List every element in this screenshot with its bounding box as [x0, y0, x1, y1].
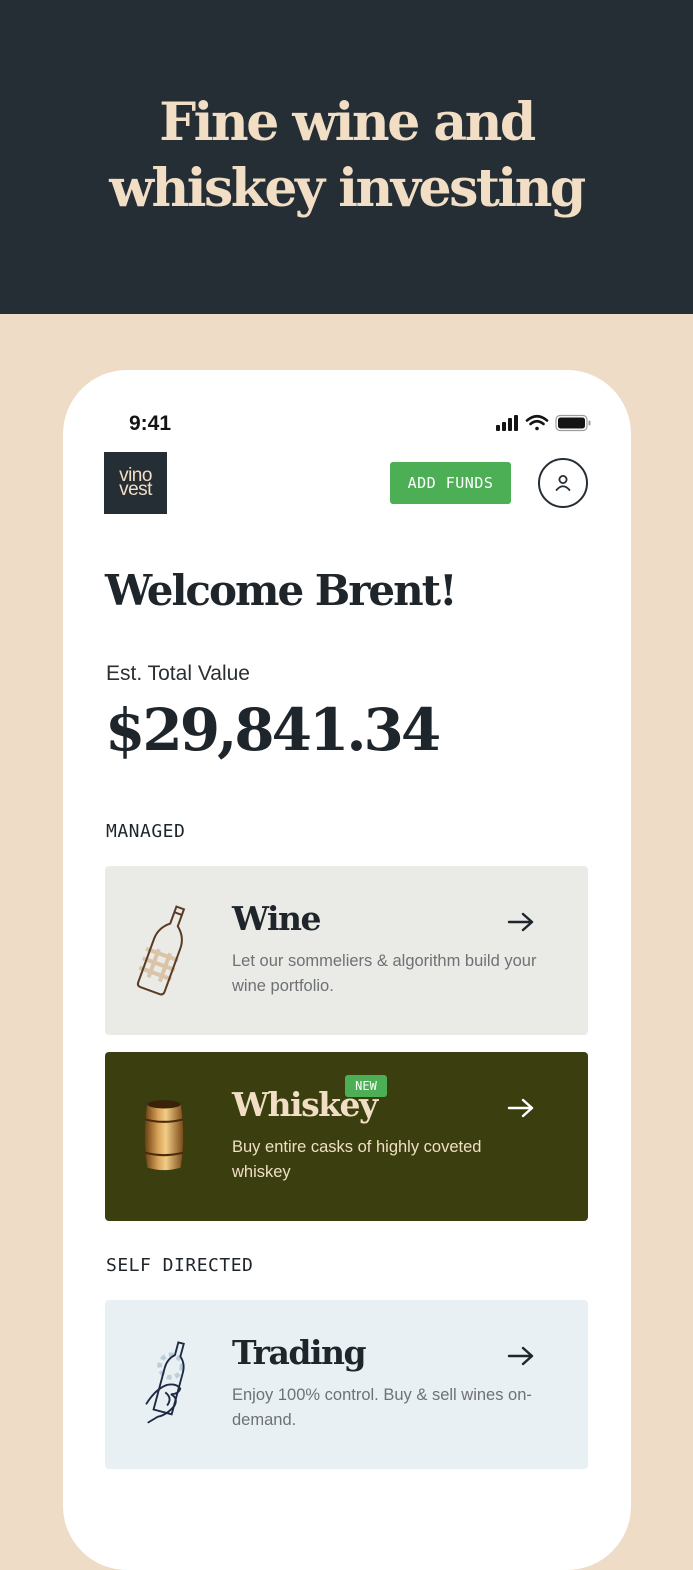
- wine-bottle-icon: [136, 905, 186, 996]
- section-label-self-directed: SELF DIRECTED: [106, 1255, 254, 1276]
- arrow-right-icon[interactable]: [507, 910, 535, 934]
- trading-card[interactable]: Trading Enjoy 100% control. Buy & sell w…: [105, 1300, 588, 1469]
- status-time: 9:41: [129, 412, 172, 435]
- welcome-heading: Welcome Brent!: [105, 566, 458, 615]
- hero-title: Fine wine and whiskey investing: [0, 90, 693, 222]
- whiskey-card[interactable]: Whiskey NEW Buy entire casks of highly c…: [105, 1052, 588, 1221]
- cellular-signal-icon: [496, 415, 518, 431]
- arrow-right-icon[interactable]: [507, 1096, 535, 1120]
- hero-title-line-2: whiskey investing: [109, 158, 586, 219]
- barrel-icon: [144, 1100, 184, 1171]
- phone-frame: 9:41 vino vest ADD FUNDS Welcome Brent!: [63, 370, 631, 1570]
- arrow-right-icon[interactable]: [507, 1344, 535, 1368]
- logo-line-2: vest: [119, 479, 152, 500]
- new-badge: NEW: [345, 1075, 387, 1097]
- trading-card-title: Trading: [232, 1333, 367, 1372]
- whiskey-card-description: Buy entire casks of highly coveted whisk…: [232, 1138, 482, 1181]
- vinovest-logo[interactable]: vino vest: [104, 452, 167, 514]
- battery-icon: [555, 414, 591, 432]
- wifi-icon: [525, 414, 549, 431]
- wine-card-title: Wine: [232, 899, 322, 938]
- trading-card-description: Enjoy 100% control. Buy & sell wines on-…: [232, 1386, 532, 1429]
- status-icons: [496, 414, 591, 432]
- wine-card-description: Let our sommeliers & algorithm build you…: [232, 952, 537, 995]
- wine-card[interactable]: Wine Let our sommeliers & algorithm buil…: [105, 866, 588, 1035]
- section-label-managed: MANAGED: [106, 821, 186, 842]
- est-total-value: $29,841.34: [105, 696, 441, 764]
- add-funds-button[interactable]: ADD FUNDS: [390, 462, 511, 504]
- hero-banner: Fine wine and whiskey investing: [0, 0, 693, 314]
- hand-bottle-icon: [145, 1341, 185, 1424]
- user-icon: [555, 475, 571, 491]
- profile-button[interactable]: [538, 458, 588, 508]
- est-total-value-label: Est. Total Value: [106, 662, 250, 685]
- hero-title-line-1: Fine wine and: [159, 92, 536, 153]
